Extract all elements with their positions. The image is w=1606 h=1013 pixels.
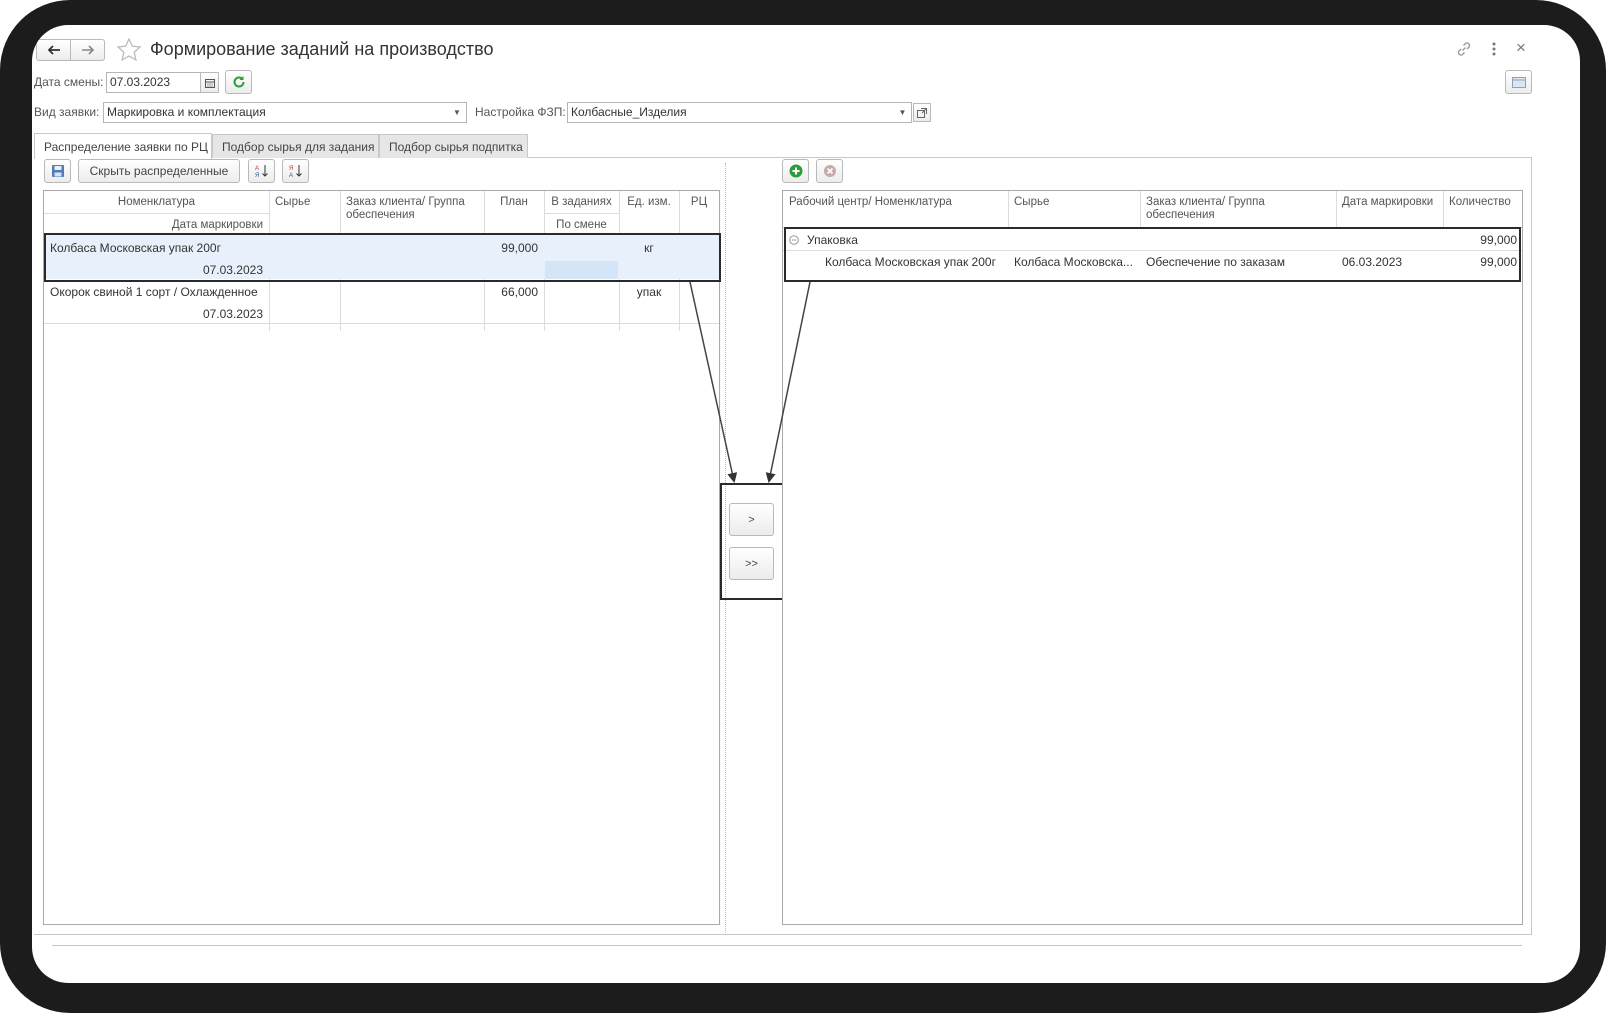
app-screen: Формирование заданий на производство × Д… xyxy=(32,25,1580,983)
annotation-arrows xyxy=(689,281,811,483)
device-frame: Формирование заданий на производство × Д… xyxy=(0,0,1606,1013)
arrow-right-to-buttons xyxy=(765,281,811,483)
arrow-left-to-buttons xyxy=(689,281,738,483)
